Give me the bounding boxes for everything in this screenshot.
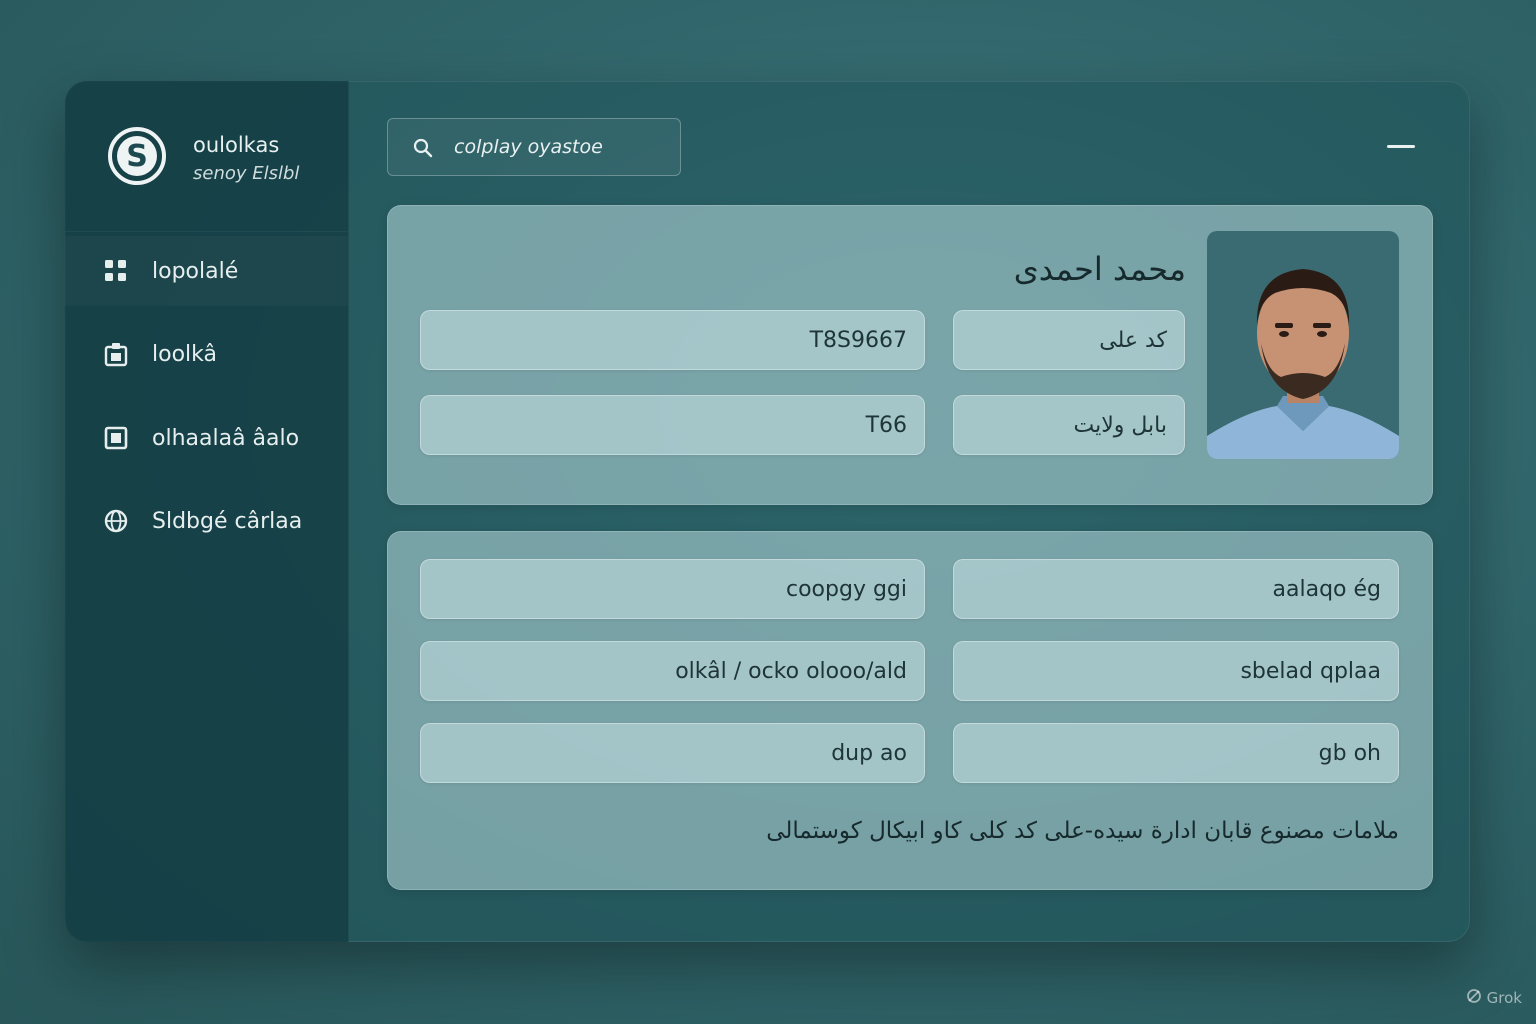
search-icon xyxy=(412,137,434,159)
sidebar-item-1[interactable]: lopolalé xyxy=(65,236,348,306)
detail-value: gb oh xyxy=(1318,740,1381,766)
number-field[interactable]: T66 xyxy=(420,395,925,455)
watermark-text: Grok xyxy=(1486,989,1522,1007)
brand-subtitle: senoy Elslbl xyxy=(193,163,300,184)
first-label-field[interactable]: کد علی xyxy=(953,310,1185,370)
id-card-icon xyxy=(103,341,129,367)
detail-field-left[interactable]: dup ao xyxy=(420,723,925,783)
detail-field-left[interactable]: olkâl / ocko olooo/ald xyxy=(420,641,925,701)
search-input[interactable]: colplay oyastoe xyxy=(387,118,681,176)
detail-value: coopgy ggi xyxy=(786,576,907,602)
code-field[interactable]: T8S9667 xyxy=(420,310,925,370)
brand-name: oulolkas xyxy=(193,133,280,157)
sidebar-item-2[interactable]: loolkâ xyxy=(65,319,348,389)
detail-field-right[interactable]: aalaqo ég xyxy=(953,559,1399,619)
profile-name: محمد احمدی xyxy=(1013,250,1186,288)
globe-icon xyxy=(103,508,129,534)
detail-field-right[interactable]: gb oh xyxy=(953,723,1399,783)
logo-letter: S xyxy=(117,136,157,176)
number-value: T66 xyxy=(865,412,907,438)
brand: S oulolkas senoy Elslbl xyxy=(65,81,348,231)
sidebar-item-label: lopolalé xyxy=(152,258,239,284)
detail-value: dup ao xyxy=(831,740,907,766)
grid-icon xyxy=(103,258,129,284)
detail-field-right[interactable]: sbelad qplaa xyxy=(953,641,1399,701)
sidebar-item-label: Sldbgé cârlaa xyxy=(152,508,303,534)
search-placeholder: colplay oyastoe xyxy=(454,136,603,158)
detail-value: olkâl / ocko olooo/ald xyxy=(675,658,907,684)
sidebar-item-3[interactable]: olhaalaâ âalo xyxy=(65,403,348,473)
detail-value: aalaqo ég xyxy=(1272,576,1381,602)
logo-icon: S xyxy=(108,127,166,185)
detail-value: sbelad qplaa xyxy=(1240,658,1381,684)
sidebar-item-label: loolkâ xyxy=(152,341,217,367)
details-note: ملامات مصنوع قابان ادارة سیده-علی کد کلی… xyxy=(766,818,1399,844)
second-label-field[interactable]: بابل ولایت xyxy=(953,395,1185,455)
minimize-button[interactable] xyxy=(1387,145,1415,148)
sidebar-item-4[interactable]: Sldbgé cârlaa xyxy=(65,486,348,556)
code-value: T8S9667 xyxy=(809,327,907,353)
second-label-value: بابل ولایت xyxy=(1073,412,1168,438)
grok-logo-icon xyxy=(1466,988,1482,1008)
sidebar-item-label: olhaalaâ âalo xyxy=(152,425,300,451)
details-card: coopgy ggi aalaqo ég olkâl / ocko olooo/… xyxy=(387,531,1433,890)
app-window: S oulolkas senoy Elslbl lopolalé loolkâ … xyxy=(65,81,1470,942)
profile-photo xyxy=(1207,231,1399,459)
watermark: Grok xyxy=(1466,988,1522,1008)
square-icon xyxy=(103,425,129,451)
profile-card: محمد احمدی T8S9667 کد علی T66 بابل ولایت xyxy=(387,205,1433,505)
sidebar: S oulolkas senoy Elslbl lopolalé loolkâ … xyxy=(65,81,349,942)
sidebar-divider xyxy=(65,231,348,232)
detail-field-left[interactable]: coopgy ggi xyxy=(420,559,925,619)
first-label-value: کد علی xyxy=(1099,327,1167,353)
